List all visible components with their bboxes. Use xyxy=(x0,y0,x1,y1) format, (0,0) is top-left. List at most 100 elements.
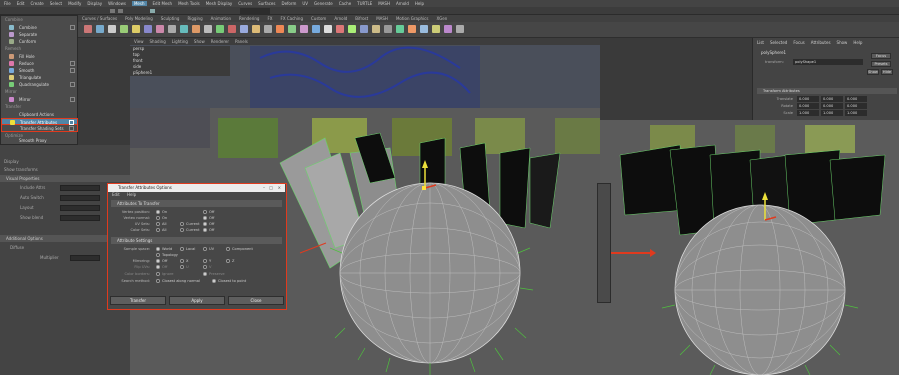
ae-menu-show[interactable]: Show xyxy=(837,40,848,45)
menu-item-smooth-proxy[interactable]: Smooth Proxy xyxy=(0,138,78,145)
sample-space-component-radio[interactable]: Component xyxy=(226,247,253,251)
ae-hide-button[interactable]: Hide xyxy=(881,69,893,75)
shelf-tool-icon[interactable] xyxy=(132,25,140,33)
menu-curves[interactable]: Curves xyxy=(238,1,252,6)
search-along-normal-radio[interactable]: Closest along normal xyxy=(156,279,200,283)
flip-uvs-off-radio[interactable]: Off xyxy=(156,265,167,269)
shelf-tab[interactable]: Animation xyxy=(211,16,231,21)
uv-sets-all-radio[interactable]: All xyxy=(156,222,166,226)
status-icon-4[interactable] xyxy=(240,8,270,14)
ae-rotate-y[interactable]: 0.000 xyxy=(821,103,843,109)
menu-item-reduce[interactable]: Reduce xyxy=(1,60,78,67)
ae-transform-section[interactable]: Transform Attributes xyxy=(757,88,897,94)
color-borders-ignore-radio[interactable]: Ignore xyxy=(156,272,173,276)
vertex-normal-on-radio[interactable]: On xyxy=(156,216,167,220)
apply-button[interactable]: Apply xyxy=(169,296,225,305)
menu-item-mirror[interactable]: Mirror xyxy=(1,96,78,103)
menu-item-triangulate[interactable]: Triangulate xyxy=(1,74,78,81)
shelf-tool-icon[interactable] xyxy=(192,25,200,33)
shelf-tool-icon[interactable] xyxy=(408,25,416,33)
option-box-icon[interactable] xyxy=(70,68,75,73)
ae-menu-focus[interactable]: Focus xyxy=(793,40,804,45)
menu-arnold[interactable]: Arnold xyxy=(396,1,409,6)
shelf-tool-icon[interactable] xyxy=(348,25,356,33)
maximize-icon[interactable]: □ xyxy=(269,184,273,192)
shelf-tool-icon[interactable] xyxy=(156,25,164,33)
shelf-tool-icon[interactable] xyxy=(204,25,212,33)
layout-field[interactable] xyxy=(60,205,100,211)
uv-sets-current-radio[interactable]: Current xyxy=(180,222,200,226)
panel-menu-renderer[interactable]: Renderer xyxy=(211,39,229,44)
shelf-tool-icon[interactable] xyxy=(312,25,320,33)
status-icon-2[interactable] xyxy=(118,9,123,13)
menu-select[interactable]: Select xyxy=(50,1,62,6)
transfer-button[interactable]: Transfer xyxy=(110,296,166,305)
shelf-tool-icon[interactable] xyxy=(120,25,128,33)
color-sets-current-radio[interactable]: Current xyxy=(180,228,200,232)
menu-mesh-tools[interactable]: Mesh Tools xyxy=(178,1,200,6)
mirroring-y-radio[interactable]: Y xyxy=(203,259,211,263)
ae-rotate-x[interactable]: 0.000 xyxy=(797,103,819,109)
ae-menu-list[interactable]: List xyxy=(757,40,764,45)
status-icon-3[interactable] xyxy=(150,9,155,13)
ae-translate-x[interactable]: 0.000 xyxy=(797,96,819,102)
shelf-tool-icon[interactable] xyxy=(96,25,104,33)
menu-create[interactable]: Create xyxy=(30,1,43,6)
shelf-tool-icon[interactable] xyxy=(252,25,260,33)
minimize-icon[interactable]: – xyxy=(263,184,265,192)
shelf-tool-icon[interactable] xyxy=(264,25,272,33)
shelf-tab[interactable]: XGen xyxy=(436,16,447,21)
shelf-tab[interactable]: Motion Graphics xyxy=(396,16,429,21)
shelf-tab[interactable]: Curves / Surfaces xyxy=(82,16,117,21)
ae-show-button[interactable]: Show xyxy=(867,69,879,75)
vertex-position-off-radio[interactable]: Off xyxy=(203,210,214,214)
menu-windows[interactable]: Windows xyxy=(108,1,126,6)
mirroring-x-radio[interactable]: X xyxy=(180,259,188,263)
attribute-settings-section[interactable]: Attribute Settings xyxy=(111,237,282,244)
ae-scale-x[interactable]: 1.000 xyxy=(797,110,819,116)
ae-node-tab[interactable]: polySphere1 xyxy=(761,50,786,55)
menu-file[interactable]: File xyxy=(4,1,11,6)
menu-cache[interactable]: Cache xyxy=(339,1,351,6)
shelf-tool-icon[interactable] xyxy=(300,25,308,33)
option-box-icon[interactable] xyxy=(70,25,75,30)
menu-item-conform[interactable]: Conform xyxy=(1,38,78,45)
panel-menu-show[interactable]: Show xyxy=(194,39,205,44)
ae-menu-attributes[interactable]: Attributes xyxy=(811,40,831,45)
menu-item-combine[interactable]: Combine xyxy=(1,24,78,31)
shelf-tool-icon[interactable] xyxy=(456,25,464,33)
attributes-to-transfer-section[interactable]: Attributes To Transfer xyxy=(111,200,282,207)
close-button[interactable]: Close xyxy=(228,296,284,305)
menu-help[interactable]: Help xyxy=(415,1,424,6)
ae-scale-y[interactable]: 1.000 xyxy=(821,110,843,116)
shelf-tool-icon[interactable] xyxy=(180,25,188,33)
outliner-row[interactable]: pSphere1 xyxy=(130,70,180,76)
ae-rotate-z[interactable]: 0.000 xyxy=(845,103,867,109)
include-attrs-field[interactable] xyxy=(60,185,100,191)
dialog-titlebar[interactable]: Transfer Attributes Options – □ × xyxy=(108,184,285,192)
ae-translate-y[interactable]: 0.000 xyxy=(821,96,843,102)
menu-generate[interactable]: Generate xyxy=(314,1,333,6)
ae-presets-button[interactable]: Presets xyxy=(871,61,891,67)
shelf-tab[interactable]: Poly Modeling xyxy=(125,16,153,21)
flip-uvs-v-radio[interactable]: V xyxy=(203,265,211,269)
shelf-tool-icon[interactable] xyxy=(144,25,152,33)
menu-display[interactable]: Display xyxy=(87,1,102,6)
shelf-tab[interactable]: Custom xyxy=(311,16,326,21)
shelf-tool-icon[interactable] xyxy=(444,25,452,33)
sample-space-uv-radio[interactable]: UV xyxy=(203,247,214,251)
menu-deform[interactable]: Deform xyxy=(281,1,296,6)
shelf-tab[interactable]: Bifrost xyxy=(355,16,368,21)
shelf-tool-icon[interactable] xyxy=(336,25,344,33)
shelf-tab[interactable]: FX xyxy=(267,16,272,21)
shelf-tool-icon[interactable] xyxy=(384,25,392,33)
shelf-tool-icon[interactable] xyxy=(276,25,284,33)
multiplier-field[interactable] xyxy=(70,255,100,261)
shelf-tool-icon[interactable] xyxy=(372,25,380,33)
ae-translate-z[interactable]: 0.000 xyxy=(845,96,867,102)
shelf-tab[interactable]: Rendering xyxy=(239,16,259,21)
ae-scale-z[interactable]: 1.000 xyxy=(845,110,867,116)
shelf-tool-icon[interactable] xyxy=(228,25,236,33)
panel-menu-panels[interactable]: Panels xyxy=(235,39,248,44)
menu-turtle[interactable]: TURTLE xyxy=(357,1,372,6)
